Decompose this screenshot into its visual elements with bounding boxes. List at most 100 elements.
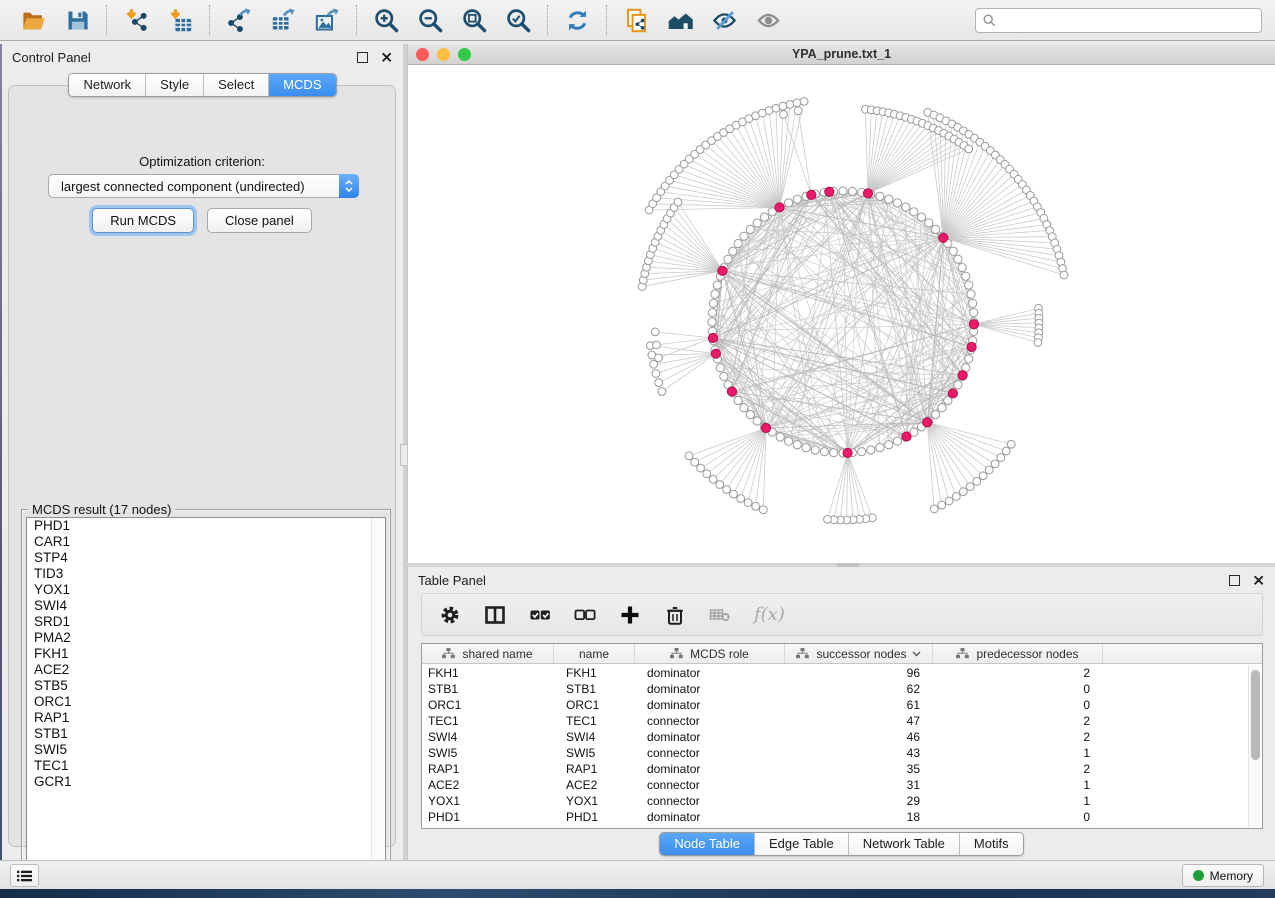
dropdown-stepper-icon [339, 174, 359, 198]
tab-select[interactable]: Select [204, 74, 269, 96]
search-input[interactable] [1001, 12, 1254, 28]
table-tab-network-table[interactable]: Network Table [849, 833, 960, 855]
hide-graphics-button[interactable] [752, 4, 784, 36]
table-row[interactable]: SWI4SWI4dominator462 [422, 729, 1247, 745]
node-table[interactable]: shared namename MCDS role successor node… [421, 643, 1263, 829]
mcds-result-item[interactable]: STB1 [27, 726, 385, 742]
control-panel-float-button[interactable] [357, 52, 380, 63]
export-network-button[interactable] [223, 4, 255, 36]
zoom-selected-button[interactable] [502, 4, 534, 36]
graphics-details-button[interactable] [708, 4, 740, 36]
table-row[interactable]: SWI5SWI5connector431 [422, 745, 1247, 761]
mcds-result-item[interactable]: ORC1 [27, 694, 385, 710]
mcds-result-item[interactable]: PMA2 [27, 630, 385, 646]
table-scrollbar-thumb[interactable] [1251, 670, 1260, 760]
table-row[interactable]: TEC1TEC1connector472 [422, 713, 1247, 729]
delete-column-button[interactable] [664, 602, 686, 628]
export-image-button[interactable] [311, 4, 343, 36]
table-row[interactable]: ACE2ACE2connector311 [422, 777, 1247, 793]
mcds-result-item[interactable]: SRD1 [27, 614, 385, 630]
import-table-button[interactable] [164, 4, 196, 36]
network-window-titlebar[interactable]: YPA_prune.txt_1 [408, 44, 1275, 65]
column-header-MCDS-role[interactable]: MCDS role [635, 644, 785, 663]
float-icon [1229, 575, 1240, 586]
home-samples-button[interactable] [664, 4, 696, 36]
tab-network[interactable]: Network [69, 74, 146, 96]
cell-name: ORC1 [554, 698, 635, 712]
cell-mcds-role: connector [635, 794, 785, 808]
table-tab-motifs[interactable]: Motifs [960, 833, 1023, 855]
split-columns-button[interactable] [484, 602, 506, 628]
control-panel: Control Panel ⨯ NetworkStyleSelectMCDS O… [2, 44, 403, 860]
mcds-result-item[interactable]: PHD1 [27, 518, 385, 534]
select-all-checkboxes-button[interactable] [529, 602, 551, 628]
control-panel-title: Control Panel [12, 50, 91, 65]
column-header-predecessor-nodes[interactable]: predecessor nodes [933, 644, 1103, 663]
deselect-checkboxes-button[interactable] [574, 602, 596, 628]
mcds-result-item[interactable]: CAR1 [27, 534, 385, 550]
import-network-button[interactable] [120, 4, 152, 36]
list-icon [17, 869, 32, 883]
run-mcds-button[interactable]: Run MCDS [92, 208, 194, 233]
open-file-button[interactable] [17, 4, 49, 36]
mcds-result-item[interactable]: ACE2 [27, 662, 385, 678]
search-box[interactable] [975, 8, 1262, 33]
save-session-button[interactable] [61, 4, 93, 36]
network-canvas[interactable] [408, 65, 1275, 562]
cell-name: RAP1 [554, 762, 635, 776]
table-panel-float-button[interactable] [1229, 575, 1252, 586]
status-bar: Memory [0, 860, 1275, 889]
control-panel-close-button[interactable]: ⨯ [380, 52, 393, 63]
tab-style[interactable]: Style [146, 74, 204, 96]
table-scrollbar[interactable] [1248, 665, 1261, 827]
network-graph[interactable] [408, 65, 1274, 562]
table-tab-node-table[interactable]: Node Table [660, 833, 755, 855]
table-row[interactable]: STB1STB1dominator620 [422, 681, 1247, 697]
mcds-result-item[interactable]: GCR1 [27, 774, 385, 790]
add-column-button[interactable] [619, 602, 641, 628]
mcds-result-list[interactable]: PHD1CAR1STP4TID3YOX1SWI4SRD1PMA2FKH1ACE2… [26, 517, 386, 877]
export-table-button[interactable] [267, 4, 299, 36]
table-row[interactable]: FKH1FKH1dominator962 [422, 665, 1247, 681]
tree-column-icon [956, 648, 969, 659]
control-panel-header: Control Panel ⨯ [2, 44, 403, 70]
mcds-result-item[interactable]: STB5 [27, 678, 385, 694]
mcds-result-item[interactable]: SWI5 [27, 742, 385, 758]
network-from-document-button[interactable] [620, 4, 652, 36]
export-image-icon [314, 7, 341, 34]
column-header-shared-name[interactable]: shared name [422, 644, 554, 663]
memory-button[interactable]: Memory [1182, 864, 1264, 887]
table-row[interactable]: YOX1YOX1connector291 [422, 793, 1247, 809]
criterion-dropdown[interactable]: largest connected component (undirected) [48, 174, 359, 198]
task-history-button[interactable] [10, 864, 39, 887]
result-list-scrollbar[interactable] [371, 518, 385, 876]
cell-predecessor-nodes: 2 [933, 730, 1103, 744]
select-all-checkboxes-icon [529, 604, 551, 626]
mcds-result-item[interactable]: YOX1 [27, 582, 385, 598]
function-builder-button[interactable]: f(x) [754, 602, 785, 628]
mcds-result-item[interactable]: TEC1 [27, 758, 385, 774]
function-builder-icon: f(x) [754, 604, 785, 625]
column-header-name[interactable]: name [554, 644, 635, 663]
delete-table-button[interactable] [709, 602, 731, 628]
close-panel-button[interactable]: Close panel [207, 208, 312, 233]
refresh-layout-button[interactable] [561, 4, 593, 36]
settings-gear-button[interactable] [439, 602, 461, 628]
zoom-in-button[interactable] [370, 4, 402, 36]
mcds-result-item[interactable]: FKH1 [27, 646, 385, 662]
zoom-out-button[interactable] [414, 4, 446, 36]
mcds-result-item[interactable]: STP4 [27, 550, 385, 566]
zoom-fit-button[interactable] [458, 4, 490, 36]
table-panel-close-button[interactable]: ⨯ [1252, 575, 1265, 586]
cell-successor-nodes: 35 [785, 762, 933, 776]
mcds-result-item[interactable]: SWI4 [27, 598, 385, 614]
table-row[interactable]: RAP1RAP1dominator352 [422, 761, 1247, 777]
mcds-result-item[interactable]: TID3 [27, 566, 385, 582]
table-row[interactable]: PHD1PHD1dominator180 [422, 809, 1247, 825]
delete-column-icon [664, 604, 686, 626]
mcds-result-item[interactable]: RAP1 [27, 710, 385, 726]
table-tab-edge-table[interactable]: Edge Table [755, 833, 849, 855]
table-row[interactable]: ORC1ORC1dominator610 [422, 697, 1247, 713]
column-header-successor-nodes[interactable]: successor nodes [785, 644, 933, 663]
tab-mcds[interactable]: MCDS [269, 74, 335, 96]
